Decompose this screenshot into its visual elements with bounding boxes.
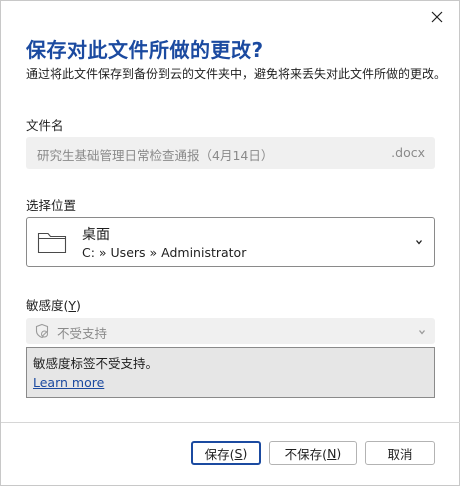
filename-label: 文件名: [26, 118, 64, 133]
sensitivity-label-prefix: 敏感度(: [26, 298, 69, 313]
dont-save-button-prefix: 不保存(: [284, 446, 328, 462]
location-picker[interactable]: 桌面 C: » Users » Administrator: [26, 217, 435, 267]
footer-divider: [1, 422, 460, 423]
dont-save-button-key: N: [327, 445, 337, 461]
chevron-down-icon: [416, 240, 422, 245]
chevron-down-icon: [419, 330, 425, 335]
sensitivity-info-box: 敏感度标签不受支持。 Learn more: [26, 347, 435, 398]
filename-extension: .docx: [391, 145, 425, 160]
sensitivity-label: 敏感度(Y): [26, 295, 81, 314]
location-name: 桌面: [82, 227, 110, 243]
filename-value: 研究生基础管理日常检查通报（4月14日）: [37, 148, 274, 163]
dont-save-button-suffix: ): [336, 445, 342, 461]
dont-save-button[interactable]: 不保存(N): [269, 441, 357, 465]
save-button[interactable]: 保存(S): [191, 441, 261, 465]
close-icon: [431, 11, 443, 23]
sensitivity-info-text: 敏感度标签不受支持。: [33, 356, 159, 371]
save-button-key: S: [234, 445, 243, 461]
learn-more-link[interactable]: Learn more: [33, 375, 104, 390]
sensitivity-select[interactable]: 不受支持: [26, 318, 435, 344]
sensitivity-label-key: Y: [68, 298, 77, 313]
save-button-prefix: 保存(: [204, 446, 235, 462]
save-button-suffix: ): [242, 445, 248, 461]
location-label: 选择位置: [26, 198, 77, 213]
sensitivity-icon: [35, 323, 49, 339]
sensitivity-label-suffix: ): [76, 298, 81, 313]
filename-field[interactable]: 研究生基础管理日常检查通报（4月14日） .docx: [26, 137, 435, 169]
save-dialog: 保存对此文件所做的更改? 通过将此文件保存到备份到云的文件夹中，避免将来丢失对此…: [0, 0, 460, 486]
folder-icon: [37, 232, 67, 254]
location-path: C: » Users » Administrator: [82, 245, 247, 260]
cancel-button[interactable]: 取消: [365, 441, 435, 465]
dialog-subtitle: 通过将此文件保存到备份到云的文件夹中，避免将来丢失对此文件所做的更改。: [26, 67, 447, 81]
sensitivity-selected: 不受支持: [57, 326, 108, 341]
dialog-title: 保存对此文件所做的更改?: [26, 38, 264, 62]
close-button[interactable]: [429, 9, 445, 25]
